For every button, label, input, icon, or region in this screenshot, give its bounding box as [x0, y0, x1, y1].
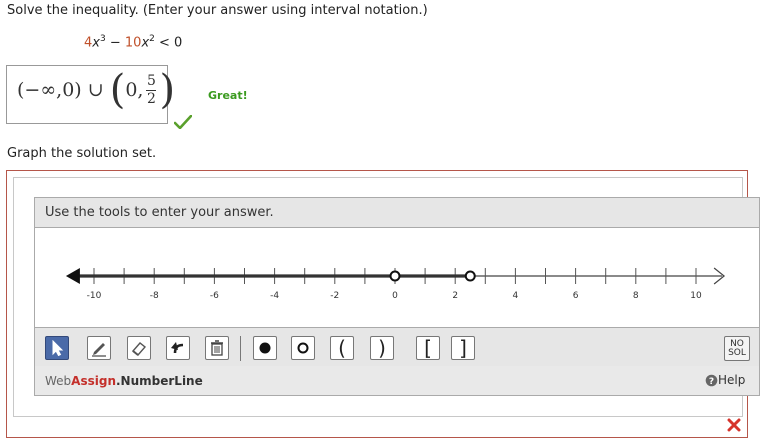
fraction-denominator: 2	[146, 90, 156, 107]
left-bracket-tool[interactable]: [	[416, 336, 440, 360]
open-dot-icon	[297, 342, 309, 354]
left-paren-icon: (	[338, 336, 346, 360]
help-link[interactable]: ? Help	[705, 373, 745, 387]
pointer-tool[interactable]	[45, 336, 69, 360]
axis-tick-label: -2	[330, 291, 339, 301]
help-label: Help	[718, 373, 746, 387]
help-icon: ?	[705, 374, 718, 387]
answer-fraction: 5 2	[146, 72, 157, 107]
axis-tick-label: -4	[270, 291, 279, 301]
widget-header: Use the tools to enter your answer.	[35, 198, 759, 228]
check-icon	[173, 114, 193, 133]
no-solution-line-2: SOL	[728, 348, 746, 358]
answer-left-paren: (	[109, 67, 126, 113]
open-point	[389, 270, 401, 282]
right-paren-tool[interactable]: )	[370, 336, 394, 360]
axis-tick-label: 6	[573, 291, 579, 301]
answer-right-paren: )	[159, 67, 176, 113]
incorrect-x-icon	[727, 417, 741, 436]
closed-point-tool[interactable]	[253, 336, 277, 360]
undo-tool[interactable]	[166, 336, 190, 360]
eraser-tool[interactable]	[127, 336, 151, 360]
right-paren-icon: )	[378, 336, 386, 360]
right-bracket-tool[interactable]: ]	[451, 336, 475, 360]
open-point-tool[interactable]	[291, 336, 315, 360]
answer-math: (−∞,0) ∪ ( 0, 5 2 )	[17, 70, 175, 110]
inequality-expression: 4x3 − 10x2 < 0	[84, 34, 182, 50]
axis-tick-label: 10	[690, 291, 702, 301]
toolbar-separator	[240, 336, 241, 361]
brand-web: Web	[45, 374, 72, 388]
pencil-tool[interactable]	[87, 336, 111, 360]
axis-tick-label: -8	[150, 291, 159, 301]
answer-part-1: (−∞,0) ∪	[17, 79, 110, 101]
numberline-widget: Use the tools to enter your answer. -10-…	[34, 197, 760, 396]
filled-dot-icon	[259, 342, 271, 354]
delete-tool[interactable]	[205, 336, 229, 360]
axis-tick-label: 8	[633, 291, 639, 301]
brand-assign: Assign	[71, 374, 116, 388]
fraction-numerator: 5	[146, 72, 156, 89]
svg-text:?: ?	[709, 377, 714, 387]
coefficient-2: 10	[124, 35, 142, 51]
widget-instructions: Use the tools to enter your answer.	[45, 205, 274, 220]
solution-left-arrow	[65, 268, 80, 284]
variable-1: x	[92, 35, 100, 51]
brand-numberline: .NumberLine	[116, 374, 203, 388]
widget-footer: WebAssign.NumberLine ? Help	[35, 366, 759, 395]
answer-part-2: 0,	[125, 79, 144, 101]
left-bracket-icon: [	[424, 336, 432, 360]
pencil-icon	[92, 343, 106, 357]
axis-tick-label: -10	[87, 291, 102, 301]
axis-tick-label: 0	[392, 291, 398, 301]
left-paren-tool[interactable]: (	[330, 336, 354, 360]
question-prompt: Solve the inequality. (Enter your answer…	[7, 3, 428, 18]
pointer-icon	[52, 340, 64, 356]
no-solution-button[interactable]: NO SOL	[724, 336, 750, 361]
answer-input[interactable]: (−∞,0) ∪ ( 0, 5 2 )	[6, 65, 175, 124]
right-bracket-icon: ]	[459, 336, 467, 360]
eraser-icon	[131, 342, 147, 356]
axis-tick-label: 2	[452, 291, 458, 301]
undo-icon	[171, 342, 184, 354]
axis-tick-label: -6	[210, 291, 219, 301]
graph-prompt: Graph the solution set.	[7, 146, 157, 161]
relation: < 0	[154, 35, 183, 51]
operator: −	[105, 35, 125, 51]
variable-2: x	[141, 35, 150, 51]
open-point	[464, 270, 476, 282]
axis-tick-label: 4	[513, 291, 519, 301]
number-line[interactable]: -10 -8 -6 -4 -2 0 2 4 6 8 10	[35, 228, 759, 326]
feedback-text: Great!	[208, 89, 248, 102]
toolbar: ( ) [ ] NO SOL	[35, 327, 759, 367]
webassign-logo: WebAssign.NumberLine	[45, 374, 203, 388]
trash-icon	[211, 340, 223, 356]
